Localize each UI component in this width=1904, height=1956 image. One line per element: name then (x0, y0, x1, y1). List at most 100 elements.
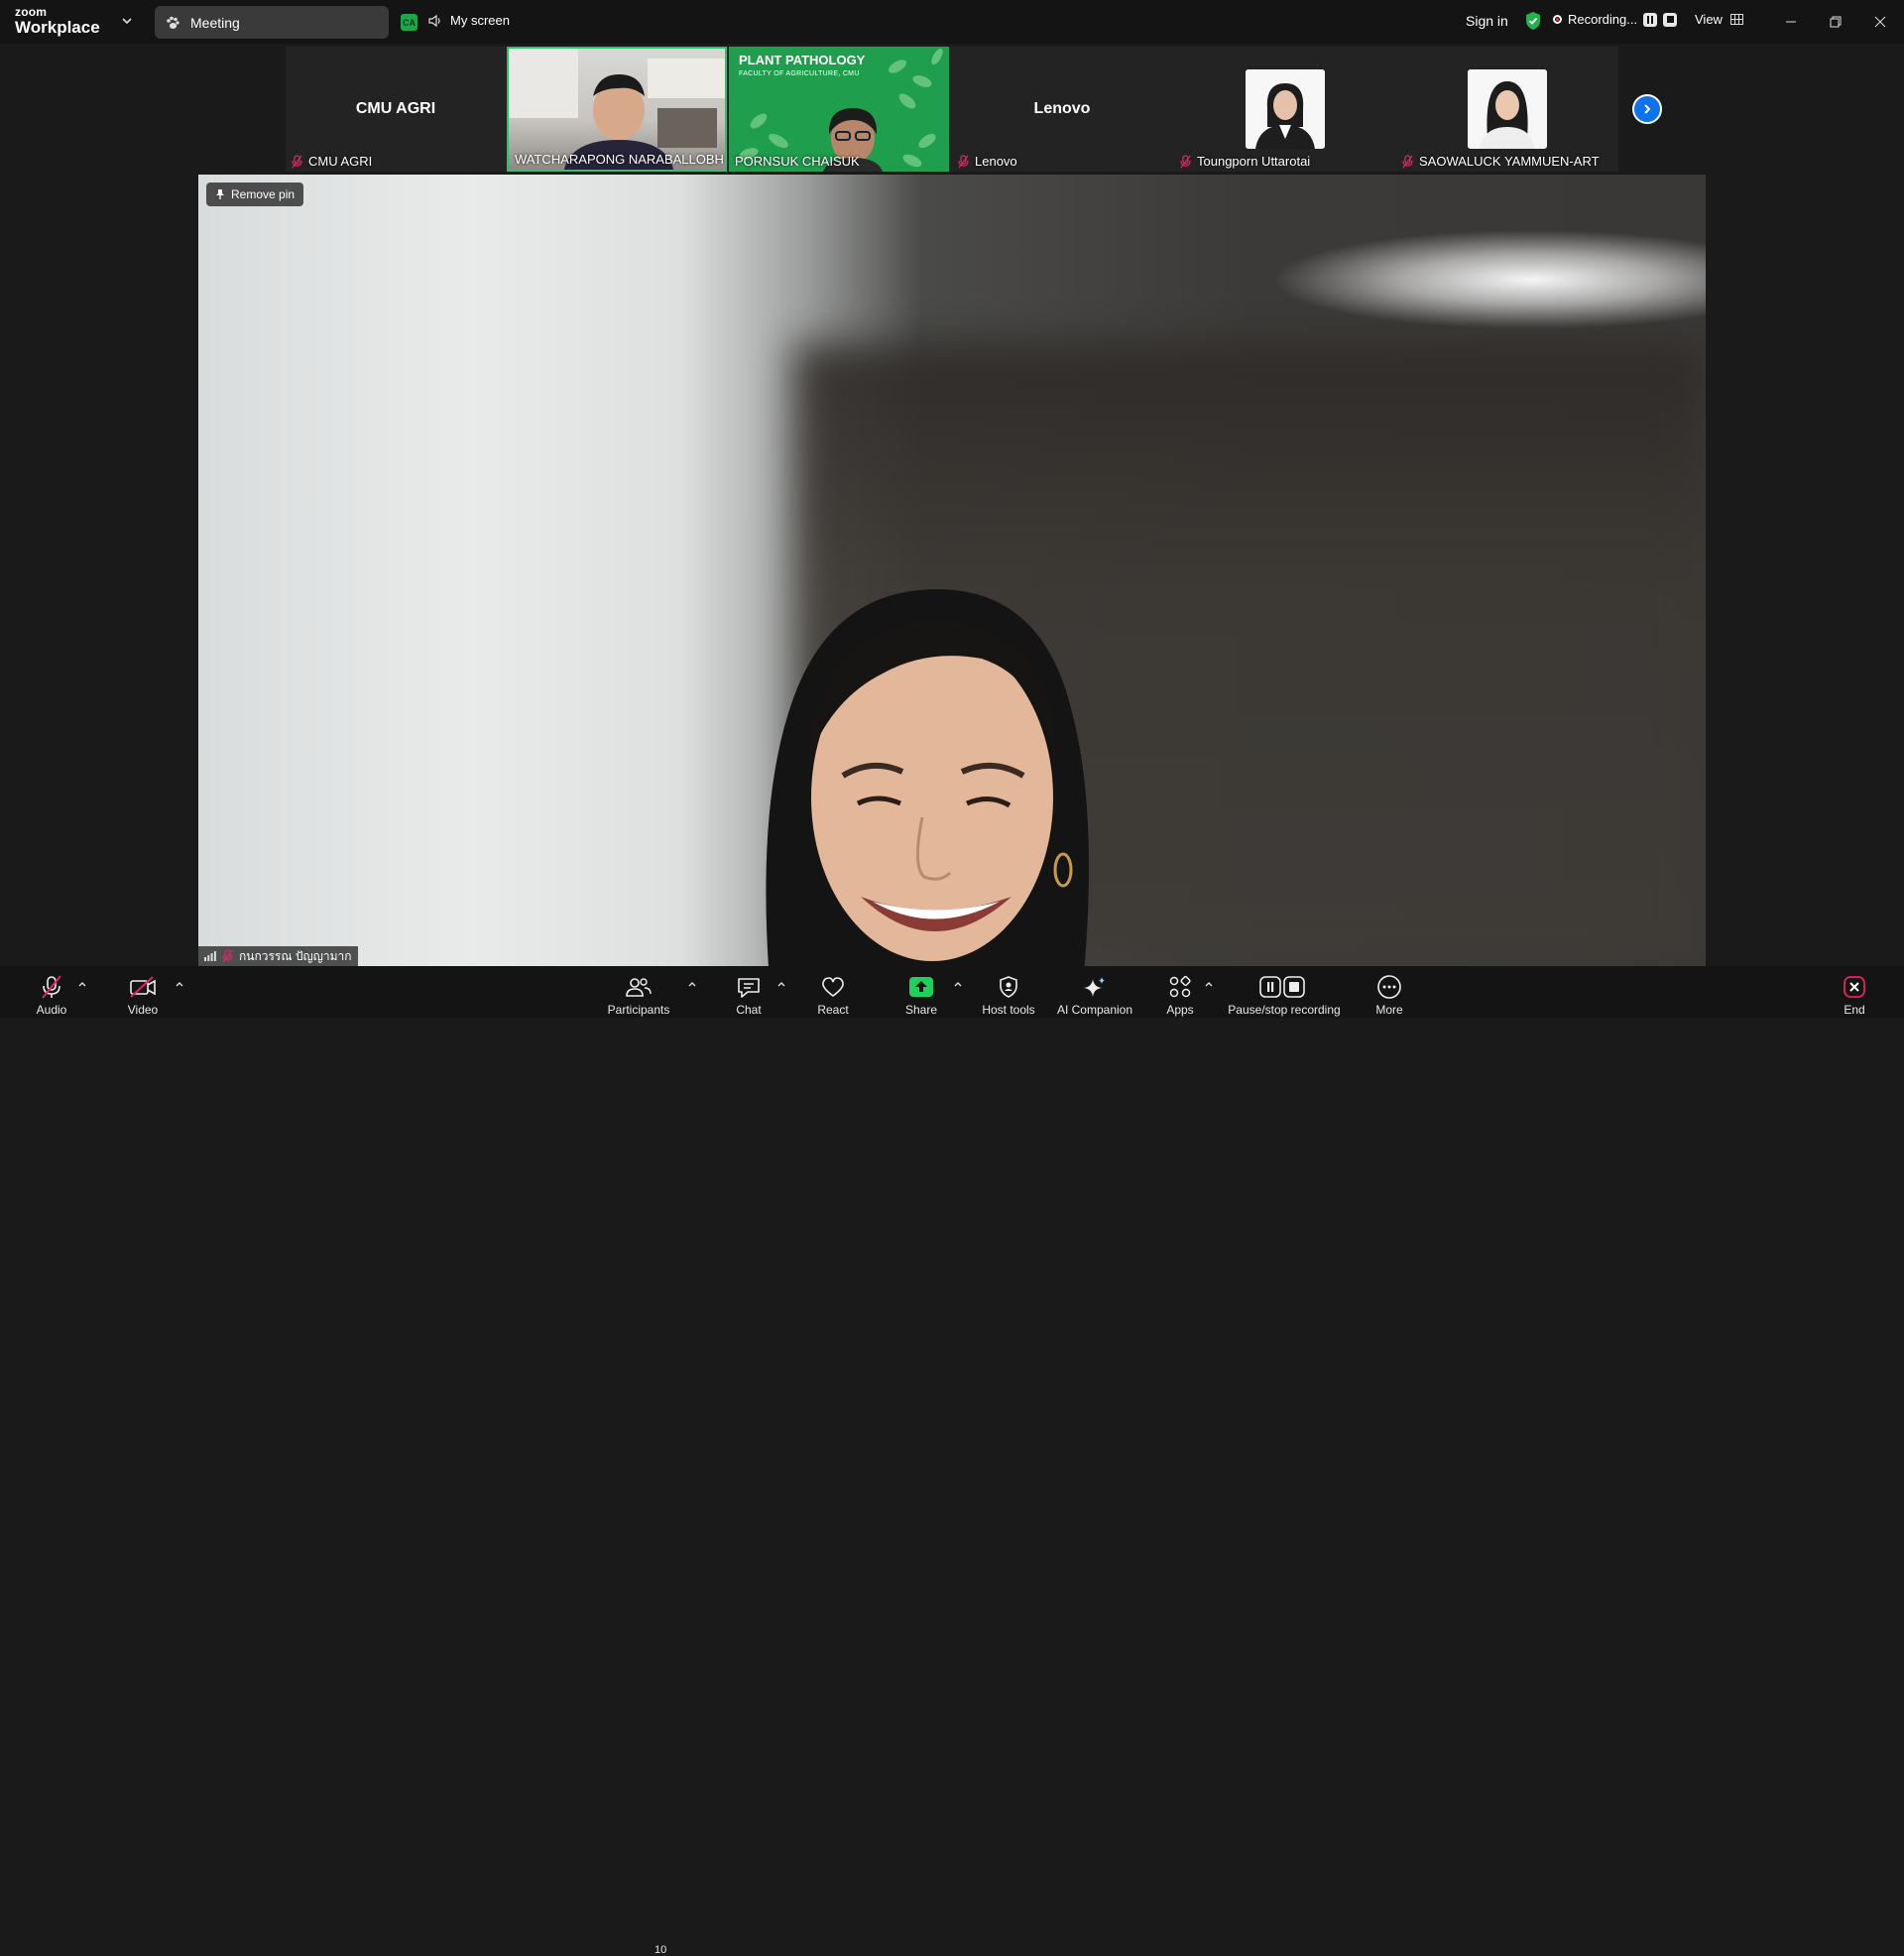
participant-photo (1246, 69, 1325, 149)
logo-big-text: Workplace (15, 18, 100, 37)
host-tools-label: Host tools (982, 1003, 1035, 1017)
pause-icon[interactable] (1643, 12, 1658, 27)
participant-name-label: WATCHARAPONG NARABALLOBH (515, 152, 724, 167)
participant-name: Toungporn Uttarotai (1180, 154, 1310, 169)
participant-name: CMU AGRI (292, 154, 372, 169)
mic-off-icon (1180, 154, 1191, 168)
participant-name-label: PORNSUK CHAISUK (735, 154, 860, 169)
participant-name: SAOWALUCK YAMMUEN-ART (1402, 154, 1600, 169)
record-icon (1553, 15, 1562, 24)
paw-icon (167, 16, 179, 29)
participants-button[interactable]: Participants (607, 966, 670, 1018)
pause-stop-icon (1259, 976, 1305, 998)
share-button[interactable]: Share (901, 966, 941, 1018)
end-x-icon (1844, 976, 1865, 998)
sign-in-link[interactable]: Sign in (1466, 13, 1508, 29)
react-label: React (817, 1003, 849, 1017)
meeting-tab-label: Meeting (190, 14, 240, 31)
speaker-figure (766, 589, 1089, 966)
participant-photo (1468, 69, 1547, 149)
close-icon[interactable] (1868, 10, 1892, 34)
participant-name-label: Toungporn Uttarotai (1197, 154, 1311, 169)
mic-off-icon (42, 975, 61, 999)
remove-pin-button[interactable]: Remove pin (206, 183, 304, 206)
mic-off-icon (222, 949, 233, 963)
people-icon (626, 978, 652, 997)
video-label: Video (127, 1003, 159, 1017)
participant-name: Lenovo (958, 154, 1017, 169)
participant-name-label: SAOWALUCK YAMMUEN-ART (1419, 154, 1600, 169)
chat-button[interactable]: Chat (730, 966, 768, 1018)
logo-small-text: zoom (15, 5, 48, 19)
pin-icon (216, 189, 224, 199)
ai-companion-button[interactable]: AI Companion (1055, 966, 1134, 1018)
audio-button[interactable]: Audio (34, 966, 69, 1018)
ellipsis-icon (1377, 975, 1401, 999)
share-up-icon (909, 977, 933, 997)
recording-status: Recording... (1553, 12, 1678, 27)
end-label: End (1844, 1003, 1865, 1017)
shield-icon (1000, 976, 1017, 998)
chevron-up-icon[interactable] (1204, 980, 1214, 988)
more-button[interactable]: More (1371, 966, 1407, 1018)
mic-off-icon (958, 154, 969, 168)
end-button[interactable]: End (1837, 966, 1872, 1018)
participants-label: Participants (607, 1003, 670, 1017)
speaker-name: กนกวรรณ ปัญญามาก (239, 948, 352, 963)
apps-button[interactable]: Apps (1162, 966, 1198, 1018)
react-button[interactable]: React (814, 966, 852, 1018)
speaker-icon (428, 14, 440, 27)
speaker-name-tag: กนกวรรณ ปัญญามาก (198, 946, 358, 966)
meeting-tab[interactable]: Meeting (155, 6, 389, 39)
pause-stop-label: Pause/stop recording (1228, 1003, 1341, 1017)
more-label: More (1375, 1003, 1403, 1017)
participant-tile-active[interactable]: WATCHARAPONG NARABALLOBH (507, 47, 727, 172)
chevron-up-icon[interactable] (953, 980, 963, 988)
participant-name-label: CMU AGRI (308, 154, 373, 169)
participant-name-label: Lenovo (975, 154, 1017, 169)
mic-off-icon (1402, 154, 1413, 168)
my-screen-label: My screen (450, 13, 510, 28)
apps-icon (1169, 975, 1191, 998)
mic-off-icon (292, 154, 302, 168)
signal-icon (204, 951, 216, 961)
minimize-icon[interactable] (1779, 10, 1803, 34)
audio-label: Audio (36, 1003, 67, 1017)
chevron-up-icon[interactable] (77, 980, 87, 988)
ai-companion-label: AI Companion (1056, 1003, 1133, 1017)
view-button[interactable]: View (1695, 12, 1743, 27)
stop-icon[interactable] (1663, 12, 1678, 27)
participant-display-name: CMU AGRI (355, 100, 436, 117)
pause-stop-recording-button[interactable]: Pause/stop recording (1228, 966, 1341, 1018)
chevron-up-icon[interactable] (776, 980, 786, 988)
participant-tile[interactable]: SAOWALUCK YAMMUEN-ART (1396, 47, 1616, 172)
zoom-workplace-logo[interactable]: zoom Workplace (15, 6, 100, 36)
ca-badge: CA (401, 14, 417, 31)
participant-tile[interactable]: Toungporn Uttarotai (1174, 47, 1394, 172)
chevron-down-icon[interactable] (120, 14, 134, 28)
participant-name: WATCHARAPONG NARABALLOBH (515, 152, 724, 167)
banner-title: PLANT PATHOLOGY (739, 53, 866, 67)
restore-icon[interactable] (1824, 10, 1847, 34)
banner-subtitle: FACULTY OF AGRICULTURE, CMU (739, 70, 860, 77)
next-page-button[interactable] (1632, 94, 1662, 124)
recording-label: Recording... (1568, 12, 1638, 27)
video-button[interactable]: Video (125, 966, 161, 1018)
main-speaker-video[interactable] (198, 175, 1706, 966)
chevron-up-icon[interactable] (175, 980, 184, 988)
chevron-right-icon (1644, 104, 1651, 114)
host-tools-button[interactable]: Host tools (980, 966, 1037, 1018)
participant-tile[interactable]: Lenovo Lenovo (952, 47, 1172, 172)
my-screen-indicator[interactable]: My screen (428, 13, 510, 28)
meeting-toolbar: Audio Video Participants 10 Chat React S… (0, 966, 1904, 1956)
participant-tile[interactable]: PLANT PATHOLOGY FACULTY OF AGRICULTURE, … (729, 47, 949, 172)
title-bar: zoom Workplace Meeting CA My screen Sign… (0, 0, 1904, 44)
shield-check-icon[interactable] (1524, 11, 1542, 31)
chevron-up-icon[interactable] (687, 980, 697, 988)
apps-label: Apps (1166, 1003, 1194, 1017)
heart-icon (822, 977, 844, 997)
participant-display-name: Lenovo (1033, 100, 1091, 117)
participant-tile[interactable]: CMU AGRI CMU AGRI (286, 47, 506, 172)
remove-pin-label: Remove pin (231, 187, 296, 201)
share-label: Share (904, 1003, 938, 1017)
